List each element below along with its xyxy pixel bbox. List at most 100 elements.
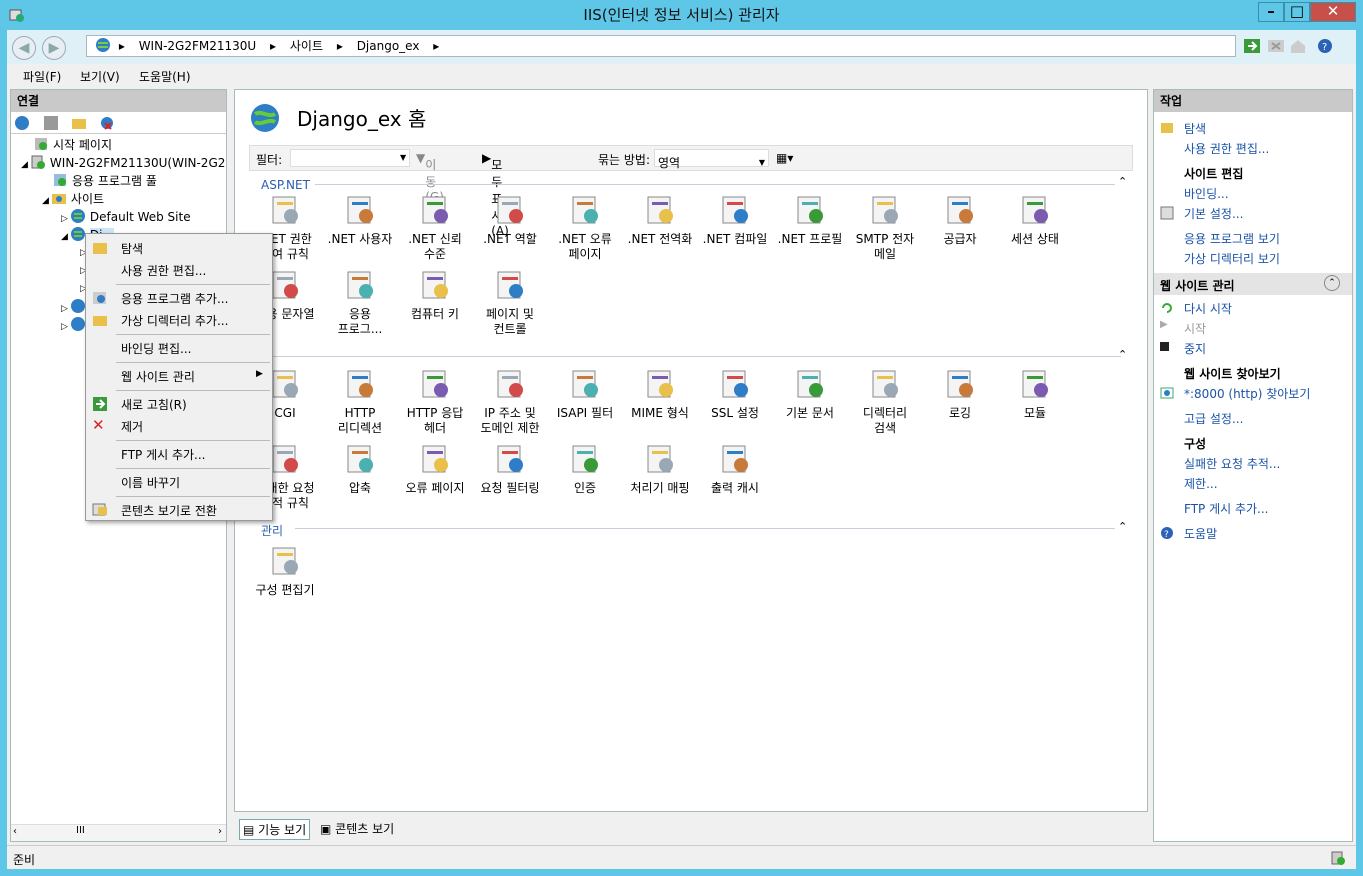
menu-file[interactable]: 파일(F) xyxy=(23,68,61,85)
ctx-add-app[interactable]: 응용 프로그램 추가... xyxy=(121,290,228,307)
feature-item[interactable]: HTTP 응답 헤더 xyxy=(399,368,471,436)
ctx-rename[interactable]: 이름 바꾸기 xyxy=(121,474,180,491)
action-stop[interactable]: 중지 xyxy=(1184,340,1206,357)
action-start[interactable]: 시작 xyxy=(1184,320,1206,337)
scroll-right-icon[interactable]: › xyxy=(218,826,222,837)
tree-sites[interactable]: ◢ 사이트 xyxy=(42,190,104,208)
go-button[interactable]: ▼ 이동(G) xyxy=(416,151,444,204)
action-limits[interactable]: 제한... xyxy=(1184,475,1218,492)
feature-item[interactable]: 모듈 xyxy=(999,368,1071,421)
feature-item[interactable]: .NET 컴파일 xyxy=(699,194,771,247)
save-icon[interactable] xyxy=(43,115,59,131)
feature-item[interactable]: SMTP 전자 메일 xyxy=(849,194,921,262)
show-all-button[interactable]: ▶ 모두 표시(A) xyxy=(482,151,509,238)
tree-server[interactable]: ◢ WIN-2G2FM21130U(WIN-2G2FM xyxy=(21,154,226,172)
feature-item[interactable]: 기본 문서 xyxy=(774,368,846,421)
ctx-explore[interactable]: 탐색 xyxy=(121,240,143,257)
back-button[interactable]: ◀ xyxy=(12,36,36,60)
breadcrumb[interactable]: ▸ WIN-2G2FM21130U ▸ 사이트 ▸ Django_ex ▸ xyxy=(86,35,1236,57)
up-folder-icon[interactable] xyxy=(71,115,87,131)
tree-default-web-site[interactable]: ▷ Default Web Site xyxy=(61,208,191,226)
feature-item[interactable]: .NET 사용자 xyxy=(324,194,396,247)
feature-item[interactable]: 인증 xyxy=(549,443,621,496)
collapse-arrow-icon[interactable]: ◢ xyxy=(21,160,28,170)
ctx-add-vdir[interactable]: 가상 디렉터리 추가... xyxy=(121,312,228,329)
feature-item[interactable]: 출력 캐시 xyxy=(699,443,771,496)
feature-item[interactable]: 공급자 xyxy=(924,194,996,247)
close-button[interactable]: ✕ xyxy=(1310,2,1356,22)
feature-item[interactable]: .NET 전역화 xyxy=(624,194,696,247)
ctx-switch-content-view[interactable]: 콘텐츠 보기로 전환 xyxy=(121,502,217,519)
collapse-section-icon[interactable]: ⌃ xyxy=(1324,275,1340,291)
action-browse-8000[interactable]: *:8000 (http) 찾아보기 xyxy=(1184,385,1310,402)
feature-item[interactable]: 응용 프로그... xyxy=(324,269,396,337)
tree-hscrollbar[interactable]: ‹ III › xyxy=(11,824,226,841)
refresh-icon[interactable] xyxy=(1243,38,1261,54)
feature-item[interactable]: 로깅 xyxy=(924,368,996,421)
feature-item[interactable]: 요청 필터링 xyxy=(474,443,546,496)
breadcrumb-sites[interactable]: 사이트 xyxy=(290,39,323,53)
breadcrumb-server[interactable]: WIN-2G2FM21130U xyxy=(139,39,257,53)
home-icon[interactable] xyxy=(1289,38,1307,54)
filter-input[interactable] xyxy=(290,149,410,167)
action-edit-permissions[interactable]: 사용 권한 편집... xyxy=(1184,140,1269,157)
feature-item[interactable]: 오류 페이지 xyxy=(399,443,471,496)
feature-item[interactable]: .NET 오류 페이지 xyxy=(549,194,621,262)
action-advanced-settings[interactable]: 고급 설정... xyxy=(1184,410,1243,427)
feature-item[interactable]: 처리기 매핑 xyxy=(624,443,696,496)
minimize-button[interactable]: – xyxy=(1258,2,1284,22)
feature-item[interactable]: 구성 편집기 xyxy=(249,545,321,598)
menu-view[interactable]: 보기(V) xyxy=(80,68,120,85)
action-bindings[interactable]: 바인딩... xyxy=(1184,185,1229,202)
feature-item[interactable]: 페이지 및 컨트롤 xyxy=(474,269,546,337)
collapse-group-icon[interactable]: ⌃ xyxy=(1118,175,1127,188)
action-restart[interactable]: 다시 시작 xyxy=(1184,300,1232,317)
action-basic-settings[interactable]: 기본 설정... xyxy=(1184,205,1243,222)
action-view-apps[interactable]: 응용 프로그램 보기 xyxy=(1184,230,1280,247)
maximize-button[interactable]: □ xyxy=(1284,2,1310,22)
action-explore[interactable]: 탐색 xyxy=(1184,120,1206,137)
scroll-left-icon[interactable]: ‹ xyxy=(13,826,17,837)
disconnect-icon[interactable] xyxy=(99,115,115,131)
scroll-thumb[interactable]: III xyxy=(76,825,85,836)
ctx-remove[interactable]: 제거 xyxy=(121,418,143,435)
breadcrumb-site[interactable]: Django_ex xyxy=(357,39,420,53)
group-by-select[interactable]: 영역 ▼ xyxy=(654,149,769,170)
ctx-refresh[interactable]: 새로 고침(R) xyxy=(121,396,187,413)
tab-content[interactable]: ▣ 콘텐츠 보기 xyxy=(320,820,394,837)
ctx-add-ftp[interactable]: FTP 게시 추가... xyxy=(121,446,206,463)
feature-item[interactable]: .NET 신뢰 수준 xyxy=(399,194,471,262)
view-toggle-icon[interactable]: ▦▾ xyxy=(776,151,793,165)
feature-item[interactable]: IP 주소 및 도메인 제한 xyxy=(474,368,546,436)
action-help[interactable]: 도움말 xyxy=(1184,525,1217,542)
expand-arrow-icon[interactable]: ▷ xyxy=(61,304,68,314)
collapse-arrow-icon[interactable]: ◢ xyxy=(42,196,49,206)
feature-item[interactable]: 세션 상태 xyxy=(999,194,1071,247)
tree-start-page[interactable]: 시작 페이지 xyxy=(33,136,112,154)
feature-item[interactable]: .NET 역할 xyxy=(474,194,546,247)
feature-item[interactable]: 압축 xyxy=(324,443,396,496)
feature-item[interactable]: MIME 형식 xyxy=(624,368,696,421)
ctx-edit-permissions[interactable]: 사용 권한 편집... xyxy=(121,262,206,279)
stop-icon[interactable] xyxy=(1267,38,1285,54)
feature-item[interactable]: ISAPI 필터 xyxy=(549,368,621,421)
help-icon[interactable]: ? xyxy=(1317,38,1335,54)
forward-button[interactable]: ▶ xyxy=(42,36,66,60)
ctx-edit-bindings[interactable]: 바인딩 편집... xyxy=(121,340,191,357)
filter-dropdown-icon[interactable]: ▼ xyxy=(400,153,406,162)
ctx-manage-site[interactable]: 웹 사이트 관리 xyxy=(121,368,195,385)
action-view-vdirs[interactable]: 가상 디렉터리 보기 xyxy=(1184,250,1280,267)
collapse-arrow-icon[interactable]: ◢ xyxy=(61,232,68,242)
action-failed-request-tracing[interactable]: 실패한 요청 추적... xyxy=(1184,455,1280,472)
collapse-group-icon[interactable]: ⌃ xyxy=(1118,348,1127,361)
expand-arrow-icon[interactable]: ▷ xyxy=(61,214,68,224)
expand-arrow-icon[interactable]: ▷ xyxy=(61,322,68,332)
feature-item[interactable]: 컴퓨터 키 xyxy=(399,269,471,322)
collapse-group-icon[interactable]: ⌃ xyxy=(1118,520,1127,533)
tree-app-pools[interactable]: 응용 프로그램 풀 xyxy=(52,172,157,190)
feature-item[interactable]: HTTP 리디렉션 xyxy=(324,368,396,436)
connect-globe-icon[interactable] xyxy=(14,115,30,131)
feature-item[interactable]: 디렉터리 검색 xyxy=(849,368,921,436)
feature-item[interactable]: .NET 프로필 xyxy=(774,194,846,247)
menu-help[interactable]: 도움말(H) xyxy=(139,68,191,85)
